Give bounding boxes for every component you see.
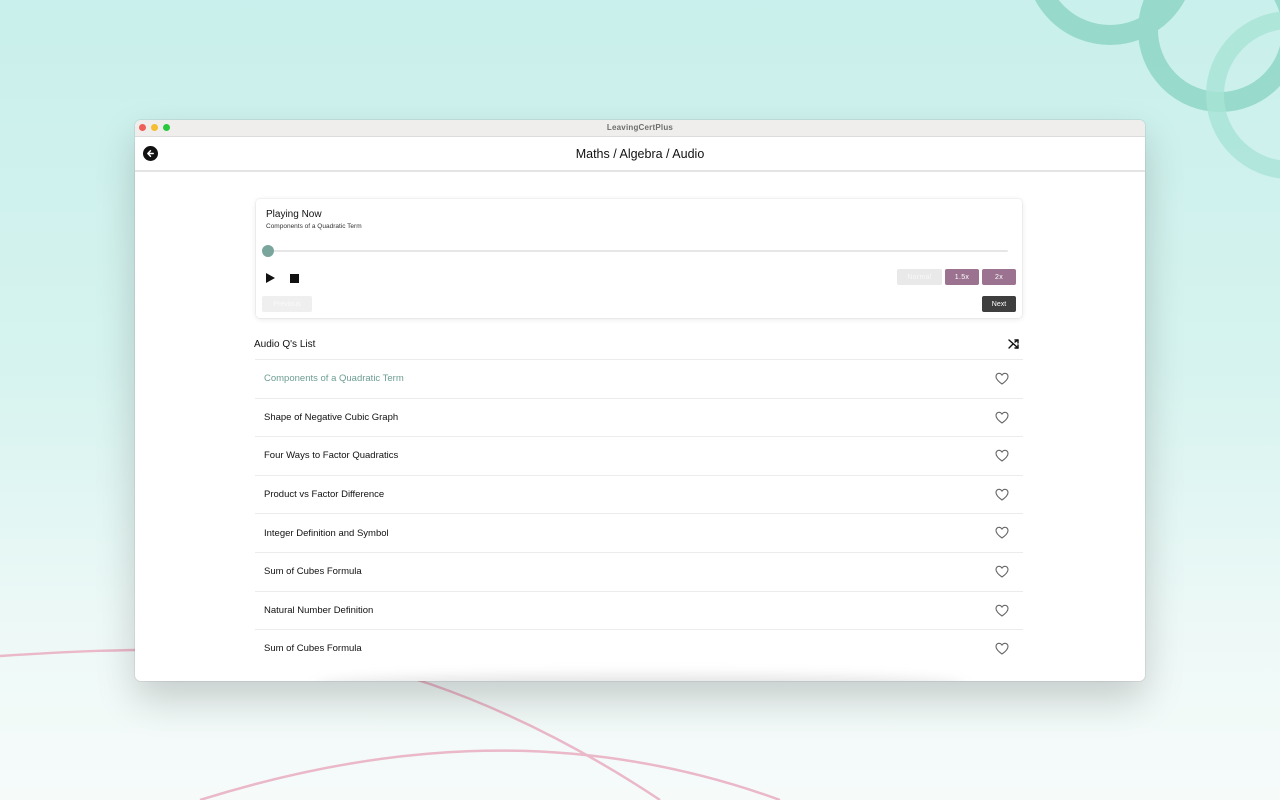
previous-button[interactable]: Previous xyxy=(262,296,312,312)
arrow-left-icon xyxy=(147,150,154,157)
list-item-label: Integer Definition and Symbol xyxy=(264,527,389,539)
heart-icon[interactable] xyxy=(995,526,1009,539)
speed-normal-button[interactable]: Normal xyxy=(897,269,942,285)
list-item-label: Four Ways to Factor Quadratics xyxy=(264,450,399,462)
list-item[interactable]: Components of a Quadratic Term xyxy=(255,359,1023,398)
list-item-label: Components of a Quadratic Term xyxy=(264,373,404,385)
speed-2x-button[interactable]: 2x xyxy=(982,269,1016,285)
heart-icon[interactable] xyxy=(995,565,1009,578)
heart-icon[interactable] xyxy=(995,488,1009,501)
list-header: Audio Q's List xyxy=(254,337,1024,357)
list-item-label: Product vs Factor Difference xyxy=(264,489,385,501)
list-item[interactable]: Sum of Cubes Formula xyxy=(255,551,1023,591)
shuffle-icon[interactable] xyxy=(1007,337,1021,351)
speed-1-5x-button[interactable]: 1.5x xyxy=(945,269,979,285)
heart-icon[interactable] xyxy=(995,411,1009,424)
heart-icon[interactable] xyxy=(995,372,1009,385)
stop-button[interactable] xyxy=(290,274,299,283)
app-window: LeavingCertPlus Maths / Algebra / Audio … xyxy=(135,120,1145,681)
list-item[interactable]: Sum of Cubes Formula xyxy=(255,629,1023,668)
playing-now-heading: Playing Now xyxy=(266,209,322,220)
main-content: Playing Now Components of a Quadratic Te… xyxy=(135,172,1145,681)
list-item[interactable]: Shape of Negative Cubic Graph xyxy=(255,397,1023,437)
list-item[interactable]: Natural Number Definition xyxy=(255,590,1023,630)
now-playing-title: Components of a Quadratic Term xyxy=(266,223,362,230)
next-button[interactable]: Next xyxy=(982,296,1016,312)
heart-icon[interactable] xyxy=(995,449,1009,462)
progress-bar[interactable] xyxy=(262,245,1008,257)
window-title: LeavingCertPlus xyxy=(606,123,674,132)
list-item-label: Sum of Cubes Formula xyxy=(264,566,362,578)
heart-icon[interactable] xyxy=(995,642,1009,655)
list-item-label: Shape of Negative Cubic Graph xyxy=(264,411,399,423)
list-item[interactable]: Four Ways to Factor Quadratics xyxy=(255,436,1023,475)
back-button[interactable] xyxy=(143,146,158,161)
list-item-label: Sum of Cubes Formula xyxy=(264,643,362,655)
app-header: Maths / Algebra / Audio xyxy=(135,137,1145,172)
title-bar: LeavingCertPlus xyxy=(135,120,1145,137)
list-item-label: Natural Number Definition xyxy=(264,604,374,616)
audio-player: Playing Now Components of a Quadratic Te… xyxy=(256,199,1022,318)
list-item[interactable]: Product vs Factor Difference xyxy=(255,474,1023,514)
list-title: Audio Q's List xyxy=(254,339,316,350)
play-button[interactable] xyxy=(266,273,275,283)
breadcrumb: Maths / Algebra / Audio xyxy=(575,146,705,161)
heart-icon[interactable] xyxy=(995,604,1009,617)
progress-knob[interactable] xyxy=(262,245,274,257)
audio-question-list: Components of a Quadratic Term Shape of N… xyxy=(255,359,1023,668)
list-item[interactable]: Integer Definition and Symbol xyxy=(255,513,1023,552)
